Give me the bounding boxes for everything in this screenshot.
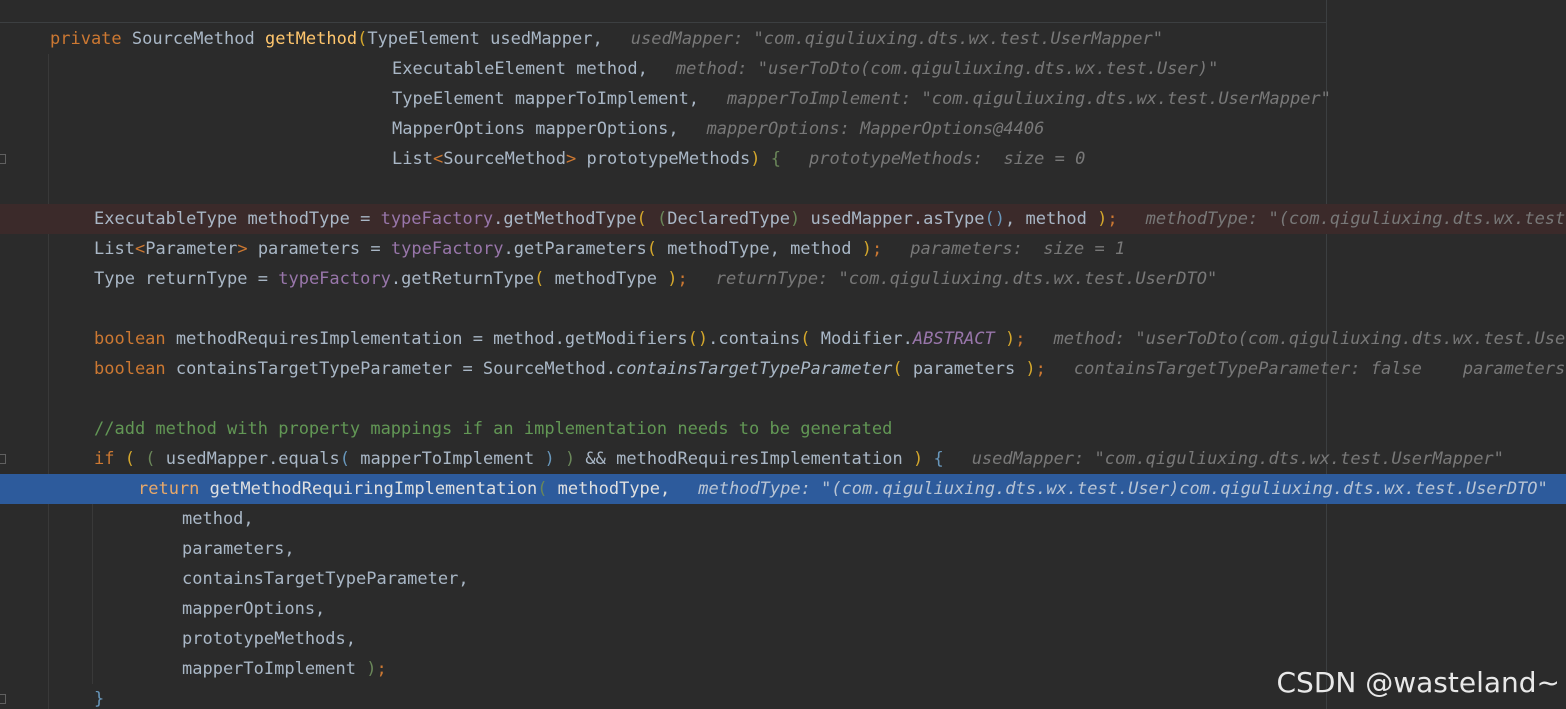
inline-debug-hint: containsTargetTypeParameter: false param…: [1073, 359, 1566, 379]
code-text: containsTargetTypeParameter,: [182, 569, 469, 589]
code-line[interactable]: ExecutableType methodType = typeFactory.…: [0, 204, 1566, 234]
code-line[interactable]: Type returnType = typeFactory.getReturnT…: [0, 264, 1566, 294]
code-line[interactable]: if ( ( usedMapper.equals( mapperToImplem…: [0, 444, 1566, 474]
inline-debug-hint: prototypeMethods: size = 0: [809, 149, 1086, 169]
code-line[interactable]: method,: [0, 504, 1566, 534]
inline-debug-hint: methodType: "(com.qiguliuxing.dts.wx.tes…: [698, 479, 1548, 499]
code-text: method,: [182, 509, 254, 529]
code-text: mapperToImplement );: [182, 659, 387, 679]
code-text: List<SourceMethod> prototypeMethods) {pr…: [392, 149, 1086, 169]
code-text: boolean methodRequiresImplementation = m…: [94, 324, 1566, 354]
inline-debug-hint: mapperOptions: MapperOptions@4406: [706, 119, 1045, 139]
code-text: if ( ( usedMapper.equals( mapperToImplem…: [94, 449, 1504, 469]
code-line[interactable]: private SourceMethod getMethod(TypeEleme…: [0, 24, 1566, 54]
code-text: MapperOptions mapperOptions, mapperOption…: [392, 119, 1045, 139]
code-text: Type returnType = typeFactory.getReturnT…: [94, 269, 1218, 289]
code-line[interactable]: parameters,: [0, 534, 1566, 564]
code-comment: //add method with property mappings if a…: [94, 419, 893, 439]
code-text: prototypeMethods,: [182, 629, 356, 649]
code-text: }: [94, 689, 105, 709]
code-line[interactable]: ExecutableElement method, method: "userTo…: [0, 54, 1566, 84]
code-line[interactable]: List<Parameter> parameters = typeFactory…: [0, 234, 1566, 264]
code-editor[interactable]: private SourceMethod getMethod(TypeEleme…: [0, 0, 1566, 709]
code-line[interactable]: TypeElement mapperToImplement, mapperToIm…: [0, 84, 1566, 114]
watermark: CSDN @wasteland~: [1276, 666, 1561, 699]
code-text: List<Parameter> parameters = typeFactory…: [94, 239, 1126, 259]
code-line[interactable]: prototypeMethods,: [0, 624, 1566, 654]
inline-debug-hint: returnType: "com.qiguliuxing.dts.wx.test…: [715, 269, 1218, 289]
code-text: private SourceMethod getMethod(TypeEleme…: [50, 29, 1163, 49]
inline-debug-hint: usedMapper: "com.qiguliuxing.dts.wx.test…: [630, 29, 1163, 49]
inline-debug-hint: mapperToImplement: "com.qiguliuxing.dts.…: [727, 89, 1331, 109]
inline-debug-hint: method: "userToDto(com.qiguliuxing.dts.w…: [675, 59, 1219, 79]
code-text: boolean containsTargetTypeParameter = So…: [94, 354, 1566, 384]
code-text: ExecutableElement method, method: "userTo…: [392, 59, 1219, 79]
code-line[interactable]: boolean methodRequiresImplementation = m…: [0, 324, 1566, 354]
editor-top-border: [0, 22, 1326, 23]
inline-debug-hint: usedMapper: "com.qiguliuxing.dts.wx.test…: [971, 449, 1504, 469]
code-text: TypeElement mapperToImplement, mapperToIm…: [392, 89, 1331, 109]
current-execution-line[interactable]: return getMethodRequiringImplementation(…: [0, 474, 1566, 504]
code-text: mapperOptions,: [182, 599, 326, 619]
code-line[interactable]: List<SourceMethod> prototypeMethods) {pr…: [0, 144, 1566, 174]
inline-debug-hint: method: "userToDto(com.qiguliuxing.dts.w…: [1053, 329, 1566, 349]
code-line[interactable]: boolean containsTargetTypeParameter = So…: [0, 354, 1566, 384]
code-line[interactable]: //add method with property mappings if a…: [0, 414, 1566, 444]
inline-debug-hint: parameters: size = 1: [910, 239, 1126, 259]
code-line[interactable]: mapperOptions,: [0, 594, 1566, 624]
code-text: return getMethodRequiringImplementation(…: [138, 479, 1548, 499]
inline-debug-hint: methodType: "(com.qiguliuxing.dts.wx.tes…: [1145, 209, 1566, 229]
code-text: parameters,: [182, 539, 295, 559]
code-text: ExecutableType methodType = typeFactory.…: [94, 204, 1566, 234]
code-line[interactable]: MapperOptions mapperOptions, mapperOption…: [0, 114, 1566, 144]
code-line[interactable]: containsTargetTypeParameter,: [0, 564, 1566, 594]
